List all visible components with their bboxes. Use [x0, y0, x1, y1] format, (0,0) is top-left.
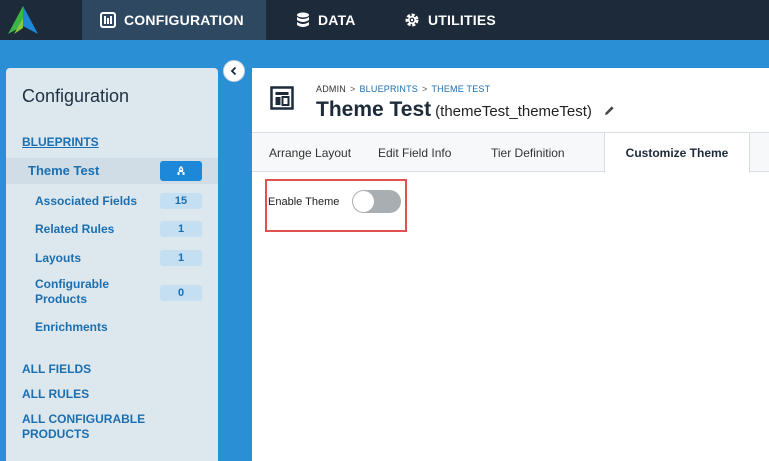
sidebar: Configuration BLUEPRINTS Theme Test Asso… [6, 68, 218, 461]
sidebar-item-enrichments[interactable]: Enrichments [35, 320, 108, 334]
sidebar-link-blueprints[interactable]: BLUEPRINTS [22, 135, 99, 149]
sidebar-collapse-button[interactable] [223, 60, 245, 82]
configurable-products-count: 0 [160, 285, 202, 301]
nav-data-label: DATA [318, 12, 356, 28]
page-title-text: Theme Test [316, 98, 432, 121]
tab-tier-definition[interactable]: Tier Definition [491, 133, 565, 172]
breadcrumb-separator-icon: > [350, 84, 356, 94]
sidebar-item-theme-test[interactable]: Theme Test [28, 163, 99, 178]
enable-theme-label: Enable Theme [268, 196, 340, 208]
sidebar-item-related-rules[interactable]: Related Rules [35, 222, 114, 236]
chevron-left-icon [230, 66, 237, 76]
nav-utilities-label: UTILITIES [428, 12, 496, 28]
breadcrumb-separator-icon: > [421, 84, 428, 94]
enable-theme-toggle[interactable] [352, 190, 401, 213]
page-subtitle: (themeTest_themeTest) [435, 103, 592, 120]
sidebar-item-configurable-products[interactable]: Configurable Products [35, 277, 145, 307]
layouts-count: 1 [160, 250, 202, 266]
sidebar-item-associated-fields[interactable]: Associated Fields [35, 194, 137, 208]
nav-configuration-label: CONFIGURATION [124, 12, 244, 28]
configuration-icon [100, 12, 116, 28]
breadcrumb-admin[interactable]: ADMIN [316, 84, 346, 94]
tab-arrange-layout[interactable]: Arrange Layout [269, 133, 351, 172]
rocket-icon [177, 166, 185, 175]
layout-icon [270, 86, 294, 110]
gear-icon [404, 12, 420, 28]
sidebar-link-all-configurable-products[interactable]: ALL CONFIGURABLE PRODUCTS [22, 412, 192, 442]
toggle-knob [353, 191, 374, 212]
breadcrumb-blueprints[interactable]: BLUEPRINTS [359, 84, 418, 94]
main-panel: ADMIN > BLUEPRINTS > THEME TEST Theme Test (t… [252, 68, 769, 461]
edit-pencil-icon[interactable] [604, 98, 615, 122]
related-rules-count: 1 [160, 221, 202, 237]
database-icon [296, 12, 310, 28]
nav-data[interactable]: DATA [296, 0, 356, 40]
page-title: Theme Test (themeTest_themeTest) [316, 98, 615, 122]
associated-fields-count: 15 [160, 193, 202, 209]
sidebar-title: Configuration [22, 86, 130, 106]
tab-edit-field-info[interactable]: Edit Field Info [378, 133, 451, 172]
header-band [0, 40, 769, 54]
top-nav-bar: CONFIGURATION DATA UTILITIES [0, 0, 769, 40]
nav-configuration[interactable]: CONFIGURATION [82, 0, 266, 40]
app-logo-icon[interactable] [6, 4, 40, 36]
sidebar-link-all-rules[interactable]: ALL RULES [22, 387, 89, 401]
sidebar-link-all-fields[interactable]: ALL FIELDS [22, 362, 91, 376]
blueprint-action-button[interactable] [160, 161, 202, 181]
sidebar-item-layouts[interactable]: Layouts [35, 251, 81, 265]
tab-customize-theme[interactable]: Customize Theme [604, 133, 750, 173]
nav-utilities[interactable]: UTILITIES [404, 0, 496, 40]
breadcrumb-theme-test[interactable]: THEME TEST [431, 84, 490, 94]
tab-bar: Arrange Layout Edit Field Info Tier Defi… [252, 132, 769, 173]
breadcrumb: ADMIN > BLUEPRINTS > THEME TEST [316, 84, 490, 94]
